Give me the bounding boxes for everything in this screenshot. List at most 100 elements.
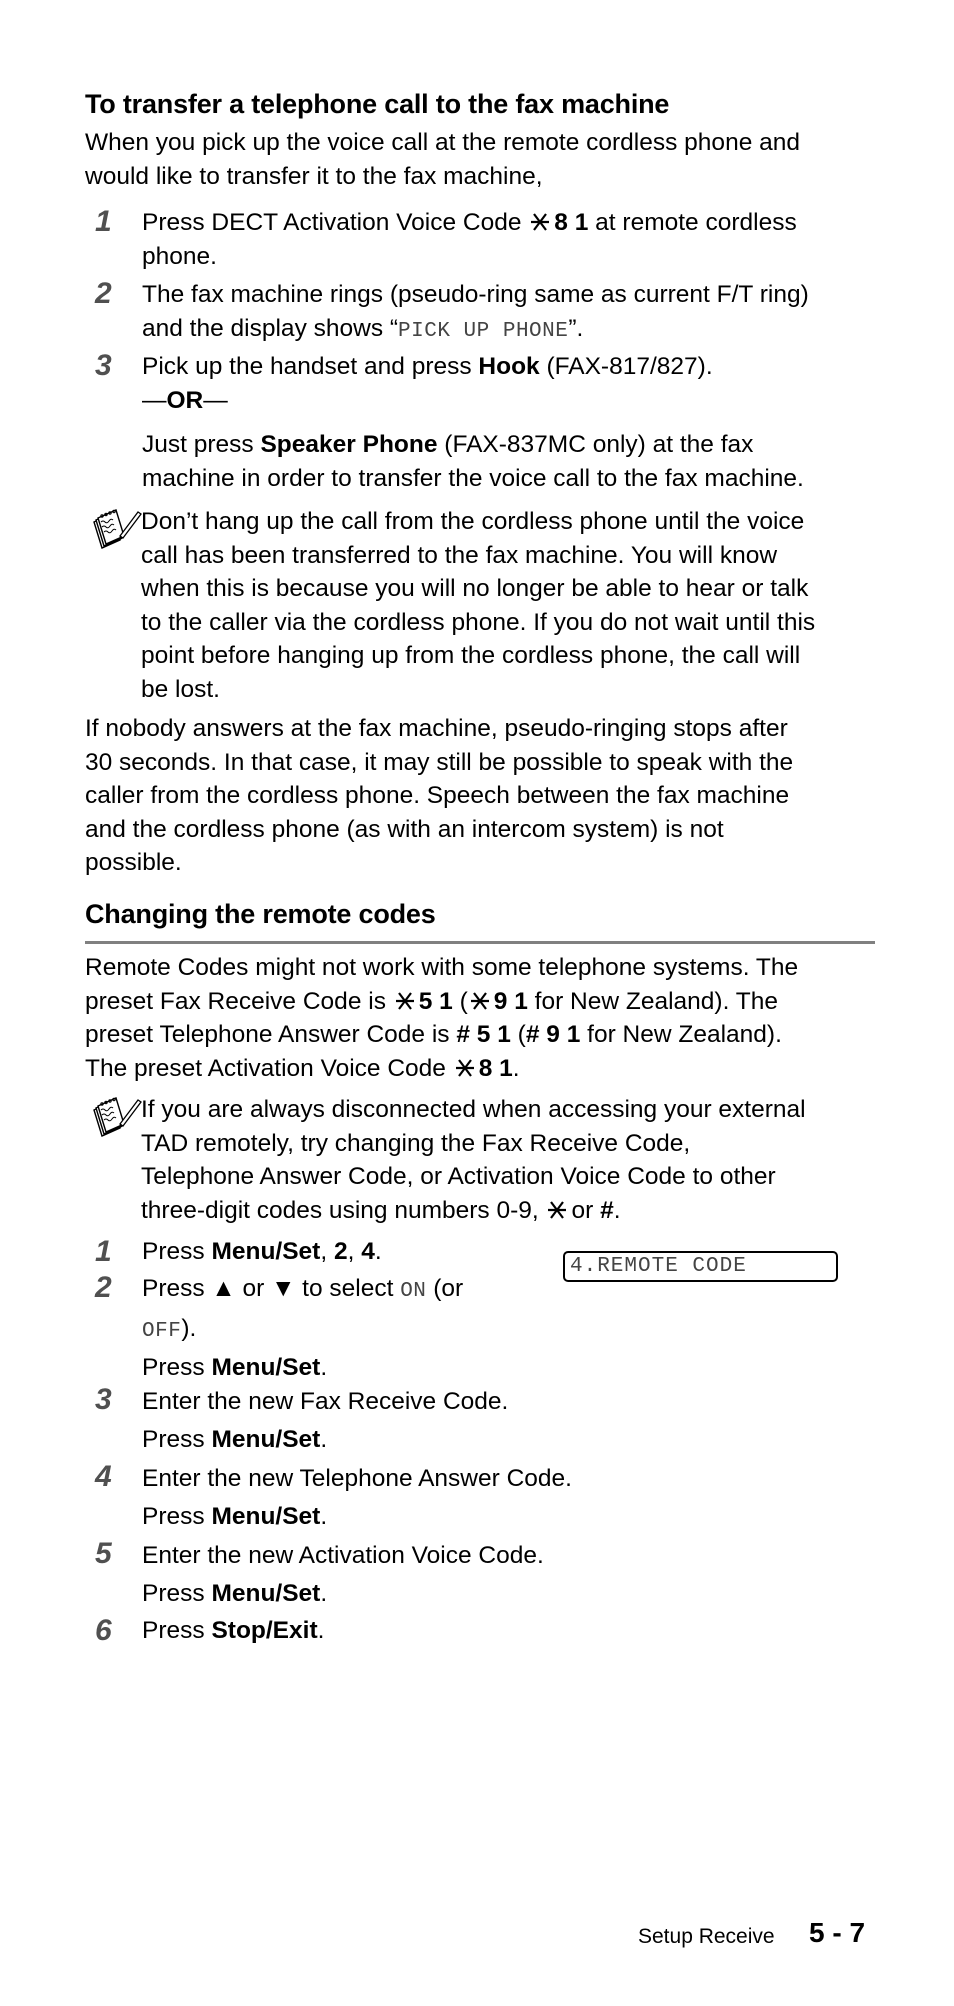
remote-codes-paragraph: Remote Codes might not work with some te… — [85, 951, 885, 1085]
section-heading-remote-codes: Changing the remote codes — [85, 899, 436, 929]
text-line: 30 seconds. In that case, it may still b… — [85, 746, 885, 780]
text: Press — [142, 1426, 212, 1453]
section-divider — [85, 941, 875, 944]
text: Enter the new Activation Voice Code. — [142, 1542, 544, 1569]
text-line: Telephone Answer Code, or Activation Voi… — [141, 1160, 881, 1194]
bold-text: Stop/Exit — [211, 1617, 318, 1644]
text-line: Press DECT Activation Voice Code 8 1 at … — [142, 206, 882, 240]
text-line: Press ▲ or ▼ to select ON (or — [142, 1271, 882, 1311]
text: preset Fax Receive Code is — [85, 987, 393, 1015]
text: Press — [142, 1617, 212, 1644]
text: ”. — [568, 314, 584, 342]
text-line: Press Menu/Set. — [142, 1498, 882, 1536]
bold-text: # — [600, 1196, 614, 1224]
text: Press — [142, 1580, 212, 1607]
text: ( — [452, 987, 468, 1015]
text-line: phone. — [142, 240, 882, 274]
bold-text: 8 1 — [554, 209, 589, 236]
text-line: The preset Activation Voice Code 8 1. — [85, 1052, 885, 1086]
text: three-digit codes using numbers 0-9, — [141, 1196, 546, 1224]
text: for New Zealand). The — [527, 987, 778, 1015]
text-line: would like to transfer it to the fax mac… — [85, 160, 885, 194]
text: would like to transfer it to the fax mac… — [85, 162, 543, 190]
text-line: caller from the cordless phone. Speech b… — [85, 779, 885, 813]
note-pad-icon — [93, 509, 142, 549]
text: Press — [142, 1354, 212, 1381]
text-line: Enter the new Activation Voice Code. — [142, 1537, 882, 1575]
text: . — [374, 1238, 382, 1265]
text: If you are always disconnected when acce… — [141, 1096, 806, 1123]
step-number: 1 — [95, 205, 112, 238]
text-line: If you are always disconnected when acce… — [141, 1093, 881, 1127]
note-pad-icon — [93, 1097, 142, 1137]
pseudo-ring-paragraph: If nobody answers at the fax machine, ps… — [85, 712, 885, 880]
text: ( — [510, 1021, 526, 1048]
bold-text: OR — [166, 386, 204, 414]
text-line: The fax machine rings (pseudo-ring same … — [142, 278, 882, 312]
text-line: and the cordless phone (as with an inter… — [85, 813, 885, 847]
text-line: Press Menu/Set. — [142, 1575, 882, 1613]
text-line: Don’t hang up the call from the cordless… — [141, 505, 881, 539]
text: Press DECT Activation Voice Code — [142, 209, 529, 236]
text: . — [613, 1196, 621, 1224]
text: , — [347, 1238, 362, 1265]
text-line: and the display shows “PICK UP PHONE”. — [142, 312, 882, 349]
bold-text: Menu/Set — [211, 1503, 321, 1530]
text: Press — [142, 1238, 212, 1265]
footer-chapter-label: Setup Receive — [638, 1925, 775, 1948]
text: for New Zealand). — [580, 1021, 782, 1048]
text-line: —OR— — [142, 384, 882, 418]
text: call has been transferred to the fax mac… — [141, 541, 778, 569]
text: If nobody answers at the fax machine, ps… — [85, 715, 788, 742]
bold-text: Menu/Set — [211, 1238, 321, 1265]
text-line: preset Telephone Answer Code is # 5 1 (#… — [85, 1018, 885, 1052]
text: . — [512, 1054, 520, 1082]
text-line: Enter the new Fax Receive Code. — [142, 1383, 882, 1421]
text-line: Just press Speaker Phone (FAX-837MC only… — [142, 428, 882, 462]
text: Enter the new Fax Receive Code. — [142, 1388, 509, 1415]
text: — — [203, 386, 228, 414]
star-key-icon — [530, 208, 550, 231]
text: — — [142, 386, 167, 414]
text: Just press — [142, 431, 261, 458]
text-line: Pick up the handset and press Hook (FAX-… — [142, 350, 882, 384]
text-line: When you pick up the voice call at the r… — [85, 126, 885, 160]
note-text: If you are always disconnected when acce… — [141, 1093, 881, 1227]
text: point before hanging up from the cordles… — [141, 642, 801, 669]
text: TAD remotely, try changing the Fax Recei… — [141, 1129, 691, 1157]
text: Don’t hang up the call from the cordless… — [141, 508, 805, 535]
note-text: Don’t hang up the call from the cordless… — [141, 505, 881, 706]
text-line: TAD remotely, try changing the Fax Recei… — [141, 1127, 881, 1161]
star-key-icon — [395, 987, 415, 1010]
page-number: 5 - 7 — [809, 1917, 866, 1948]
text: possible. — [85, 849, 182, 876]
text: . — [320, 1426, 328, 1453]
step-text: Press Menu/Set, 2, 4. — [142, 1235, 882, 1269]
text: Press — [142, 1503, 212, 1530]
text-line: OFF). — [142, 1311, 882, 1351]
step-text: Press DECT Activation Voice Code 8 1 at … — [142, 206, 882, 273]
display-text: PICK UP PHONE — [398, 319, 569, 343]
text: at remote cordless — [588, 209, 797, 236]
text: (FAX-817/827). — [539, 353, 713, 380]
text: ). — [181, 1314, 197, 1342]
step-number: 4 — [95, 1460, 112, 1493]
bold-text: Menu/Set — [211, 1426, 321, 1453]
text-line: when this is because you will no longer … — [141, 572, 881, 606]
or-alternative-text: Just press Speaker Phone (FAX-837MC only… — [142, 428, 882, 495]
text: Enter the new Telephone Answer Code. — [142, 1465, 572, 1492]
text-line: be lost. — [141, 673, 881, 707]
text-line: Press Stop/Exit. — [142, 1614, 882, 1648]
text: . — [320, 1580, 328, 1607]
text-line: Press Menu/Set, 2, 4. — [142, 1235, 882, 1269]
step-text: Enter the new Activation Voice Code. Pres… — [142, 1537, 882, 1613]
text: When you pick up the voice call at the r… — [85, 129, 800, 156]
step-text: Enter the new Fax Receive Code. Press Men… — [142, 1383, 882, 1459]
text-line: Remote Codes might not work with some te… — [85, 951, 885, 985]
section-heading-transfer-call: To transfer a telephone call to the fax … — [85, 89, 670, 119]
bold-text: 5 1 — [418, 987, 453, 1015]
display-text: OFF — [142, 1319, 182, 1343]
bold-text: Menu/Set — [211, 1354, 321, 1381]
text: preset Telephone Answer Code is — [85, 1021, 457, 1048]
step-number: 3 — [95, 1383, 112, 1416]
